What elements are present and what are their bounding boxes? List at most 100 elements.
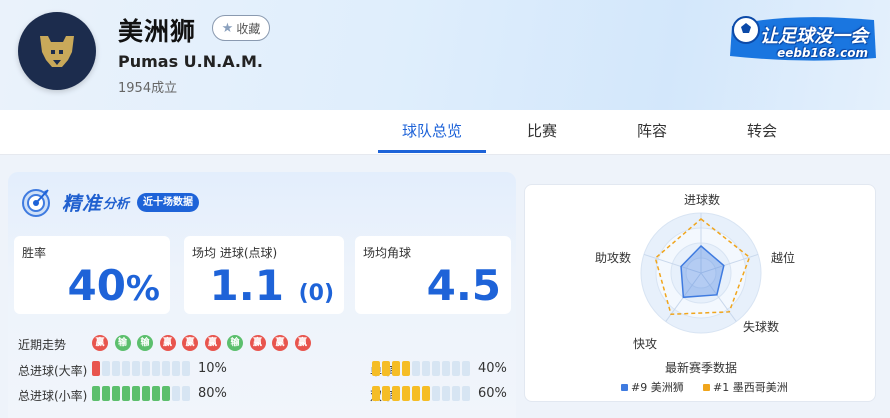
even-rate-percent: 60% [478, 386, 507, 401]
bar-segment [412, 386, 420, 401]
bar-segment [442, 361, 450, 376]
bar-segment [112, 386, 120, 401]
season-radar-card: 进球数 越位 失球数 快攻 助攻数 最新赛季数据 #9 美洲狮 #1 墨西哥美洲 [524, 184, 876, 402]
puma-crest-icon [20, 14, 94, 88]
team-tabs: 球队总览 比赛 阵容 转会 [0, 110, 890, 155]
recent-form-label: 近期走势 [18, 338, 67, 352]
brand-logo[interactable]: 让足球没一会 eebb168.com [724, 8, 880, 66]
bar-segment [152, 386, 160, 401]
radar-caption: 最新赛季数据 [664, 361, 737, 375]
bar-segment [432, 361, 440, 376]
form-result-chip: 赢 [159, 335, 176, 351]
avg-goals-value: 1.1 (0) [210, 261, 334, 310]
bar-segment [402, 386, 410, 401]
bar-segment [422, 361, 430, 376]
bar-segment [452, 361, 460, 376]
form-result-chip: 输 [227, 335, 243, 351]
bar-segment [92, 386, 100, 401]
form-result-chip: 赢 [272, 335, 288, 351]
tab-overview[interactable]: 球队总览 [378, 110, 486, 155]
legend-item-pumas: #9 美洲狮 [621, 379, 684, 395]
avg-corners-value: 4.5 [426, 261, 501, 310]
avg-goals-penalty: (0) [298, 281, 334, 306]
even-rate-bar [372, 386, 470, 401]
legend-item-america: #1 墨西哥美洲 [703, 379, 788, 395]
form-result-chip: 赢 [182, 335, 198, 351]
bar-segment [382, 386, 390, 401]
bar-segment [162, 386, 170, 401]
bar-segment [372, 386, 380, 401]
analysis-title-sub: 分析 [103, 196, 130, 212]
avg-goals-card: 场均 进球(点球) 1.1 (0) [184, 236, 344, 314]
avg-goals-label: 场均 进球(点球) [192, 246, 278, 260]
team-name-en: Pumas U.N.A.M. [118, 52, 263, 71]
team-name: 美洲狮 [118, 17, 197, 46]
odd-rate-percent: 40% [478, 361, 507, 376]
avg-corners-card: 场均角球 4.5 [355, 236, 511, 314]
bar-segment [132, 386, 140, 401]
bar-segment [172, 361, 180, 376]
goals-big-percent: 10% [198, 361, 227, 376]
radar-chart [640, 212, 762, 334]
goals-small-bar [92, 386, 190, 401]
bar-segment [182, 386, 190, 401]
bar-segment [172, 386, 180, 401]
brand-url: eebb168.com [777, 46, 868, 60]
form-result-chip: 输 [114, 335, 131, 351]
goals-big-label: 总进球(大率) [18, 364, 88, 378]
bar-segment [422, 386, 430, 401]
bar-segment [182, 361, 190, 376]
bar-segment [152, 361, 160, 376]
bar-segment [462, 361, 470, 376]
founded-year: 1954成立 [118, 81, 178, 96]
form-result-chip: 输 [137, 335, 153, 351]
target-icon [22, 189, 50, 217]
win-rate-unit: % [125, 269, 160, 309]
win-rate-card: 胜率 40% [14, 236, 170, 314]
avg-goals-number: 1.1 [209, 261, 284, 310]
goals-small-label: 总进球(小率) [18, 389, 88, 403]
analysis-title: 精准 分析 近十场数据 [20, 184, 200, 220]
bar-segment [432, 386, 440, 401]
radar-axis-conceded: 失球数 [743, 320, 780, 334]
bar-segment [102, 361, 110, 376]
favorite-button[interactable]: ★ 收藏 [212, 15, 270, 41]
bar-segment [102, 386, 110, 401]
win-rate-value: 40% [67, 261, 160, 310]
bar-segment [92, 361, 100, 376]
tab-matches[interactable]: 比赛 [510, 110, 574, 155]
bar-segment [162, 361, 170, 376]
bar-segment [142, 361, 150, 376]
radar-axis-counter: 快攻 [633, 337, 658, 351]
tab-squad[interactable]: 阵容 [620, 110, 684, 155]
bar-segment [382, 361, 390, 376]
bar-segment [132, 361, 140, 376]
bar-segment [402, 361, 410, 376]
win-rate-label: 胜率 [22, 246, 47, 260]
bar-segment [122, 361, 130, 376]
form-result-chip: 赢 [204, 335, 221, 351]
tab-transfers[interactable]: 转会 [730, 110, 794, 155]
legend-label-pumas: #9 美洲狮 [631, 381, 684, 394]
favorite-label: 收藏 [236, 21, 261, 36]
bar-segment [142, 386, 150, 401]
legend-swatch-pumas [621, 383, 628, 391]
radar-axis-offside: 越位 [771, 251, 796, 265]
bar-segment [392, 361, 400, 376]
bar-segment [452, 386, 460, 401]
form-result-chip: 赢 [294, 335, 311, 351]
team-header: 美洲狮 ★ 收藏 Pumas U.N.A.M. 1954成立 让足球没一会 ee… [0, 0, 890, 110]
legend-swatch-america [703, 383, 710, 391]
win-rate-number: 40 [67, 261, 126, 310]
form-result-chip: 赢 [249, 335, 266, 351]
bar-segment [112, 361, 120, 376]
bar-segment [122, 386, 130, 401]
bar-segment [392, 386, 400, 401]
recent-matches-badge: 近十场数据 [137, 192, 200, 212]
form-result-chip: 赢 [92, 335, 108, 351]
bar-segment [412, 361, 420, 376]
legend-label-america: #1 墨西哥美洲 [713, 381, 788, 394]
avg-corners-label: 场均角球 [363, 246, 412, 260]
star-icon: ★ [221, 20, 234, 36]
team-logo [18, 12, 96, 90]
